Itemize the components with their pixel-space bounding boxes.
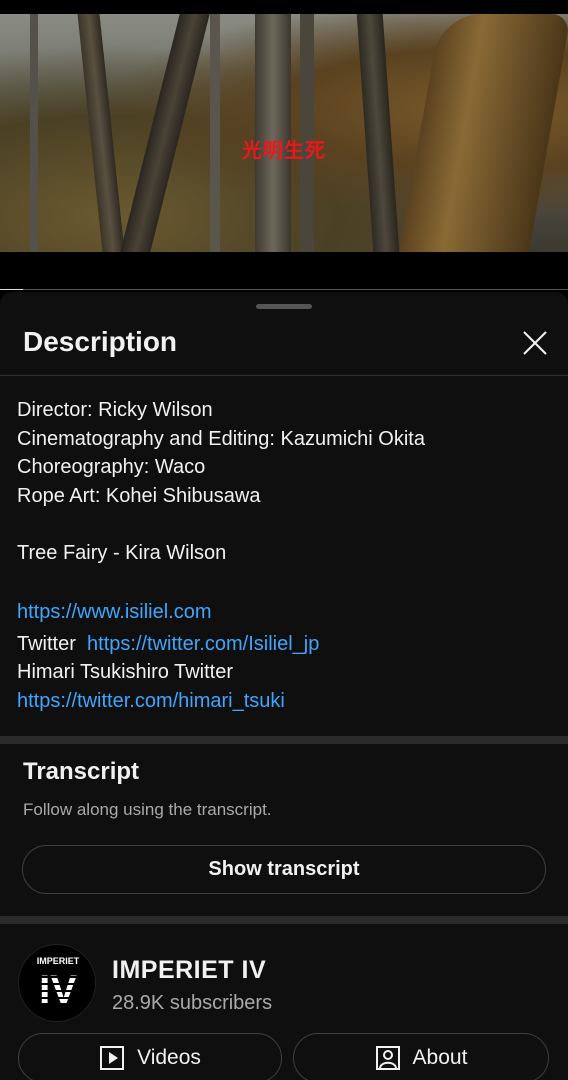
description-line: Choreography: Waco <box>17 456 206 478</box>
description-line: Tree Fairy - Kira Wilson <box>17 541 227 564</box>
video-progress-fill <box>0 289 23 290</box>
show-transcript-button[interactable]: Show transcript <box>22 845 546 894</box>
avatar-text-top: IMPERIET <box>37 956 80 966</box>
tree-trunk <box>30 14 38 252</box>
drag-handle[interactable] <box>256 304 312 309</box>
mossy-tree-trunk <box>399 14 568 252</box>
play-box-icon <box>100 1046 125 1070</box>
tree-trunk <box>210 14 220 252</box>
video-player[interactable]: 光明生死 <box>0 0 568 290</box>
description-line: Rope Art: Kohei Shibusawa <box>17 484 261 507</box>
sheet-header: Description <box>0 320 568 376</box>
himari-link-line[interactable]: https://twitter.com/himari_tsuki <box>17 687 557 716</box>
twitter-link[interactable]: https://twitter.com/Isiliel_jp <box>87 633 319 655</box>
videos-button[interactable]: Videos <box>18 1033 282 1080</box>
person-box-icon <box>375 1046 400 1070</box>
section-divider <box>0 736 568 744</box>
tree-trunk <box>77 14 125 252</box>
himari-label: Himari Tsukishiro Twitter <box>17 661 233 683</box>
video-frame[interactable]: 光明生死 <box>0 14 568 252</box>
description-line: Director: Ricky Wilson <box>17 399 213 421</box>
transcript-subtitle: Follow along using the transcript. <box>23 800 272 819</box>
close-button[interactable] <box>518 326 552 360</box>
tree-trunk <box>120 14 210 252</box>
website-link[interactable]: https://www.isiliel.com <box>17 598 557 627</box>
about-label: About <box>412 1046 468 1069</box>
description-text: Director: Ricky Wilson Cinematography an… <box>17 396 557 715</box>
tree-trunk <box>300 14 314 252</box>
twitter-line: Twitter https://twitter.com/Isiliel_jp <box>17 630 557 659</box>
transcript-title: Transcript <box>23 758 140 785</box>
video-caption: 光明生死 <box>242 138 326 162</box>
section-divider <box>0 916 568 924</box>
about-button[interactable]: About <box>293 1033 549 1080</box>
close-icon <box>523 331 547 355</box>
description-sheet: Description Director: Ricky Wilson Cinem… <box>0 292 568 1080</box>
channel-name[interactable]: IMPERIET IV <box>112 956 266 985</box>
channel-avatar[interactable]: IMPERIET IV <box>18 944 96 1022</box>
tree-trunk <box>356 14 400 252</box>
show-transcript-label: Show transcript <box>208 858 360 880</box>
channel-logo: IMPERIET IV <box>33 956 83 1012</box>
twitter-label: Twitter <box>17 632 76 655</box>
himari-twitter-link[interactable]: https://twitter.com/himari_tsuki <box>17 690 285 712</box>
website-link-text[interactable]: https://www.isiliel.com <box>17 601 212 623</box>
videos-label: Videos <box>137 1046 201 1069</box>
video-progress-bar[interactable] <box>0 289 568 290</box>
subscriber-count: 28.9K subscribers <box>112 992 273 1014</box>
sheet-title: Description <box>23 326 178 357</box>
tree-trunk <box>255 14 291 252</box>
description-line: Cinematography and Editing: Kazumichi Ok… <box>17 427 425 450</box>
